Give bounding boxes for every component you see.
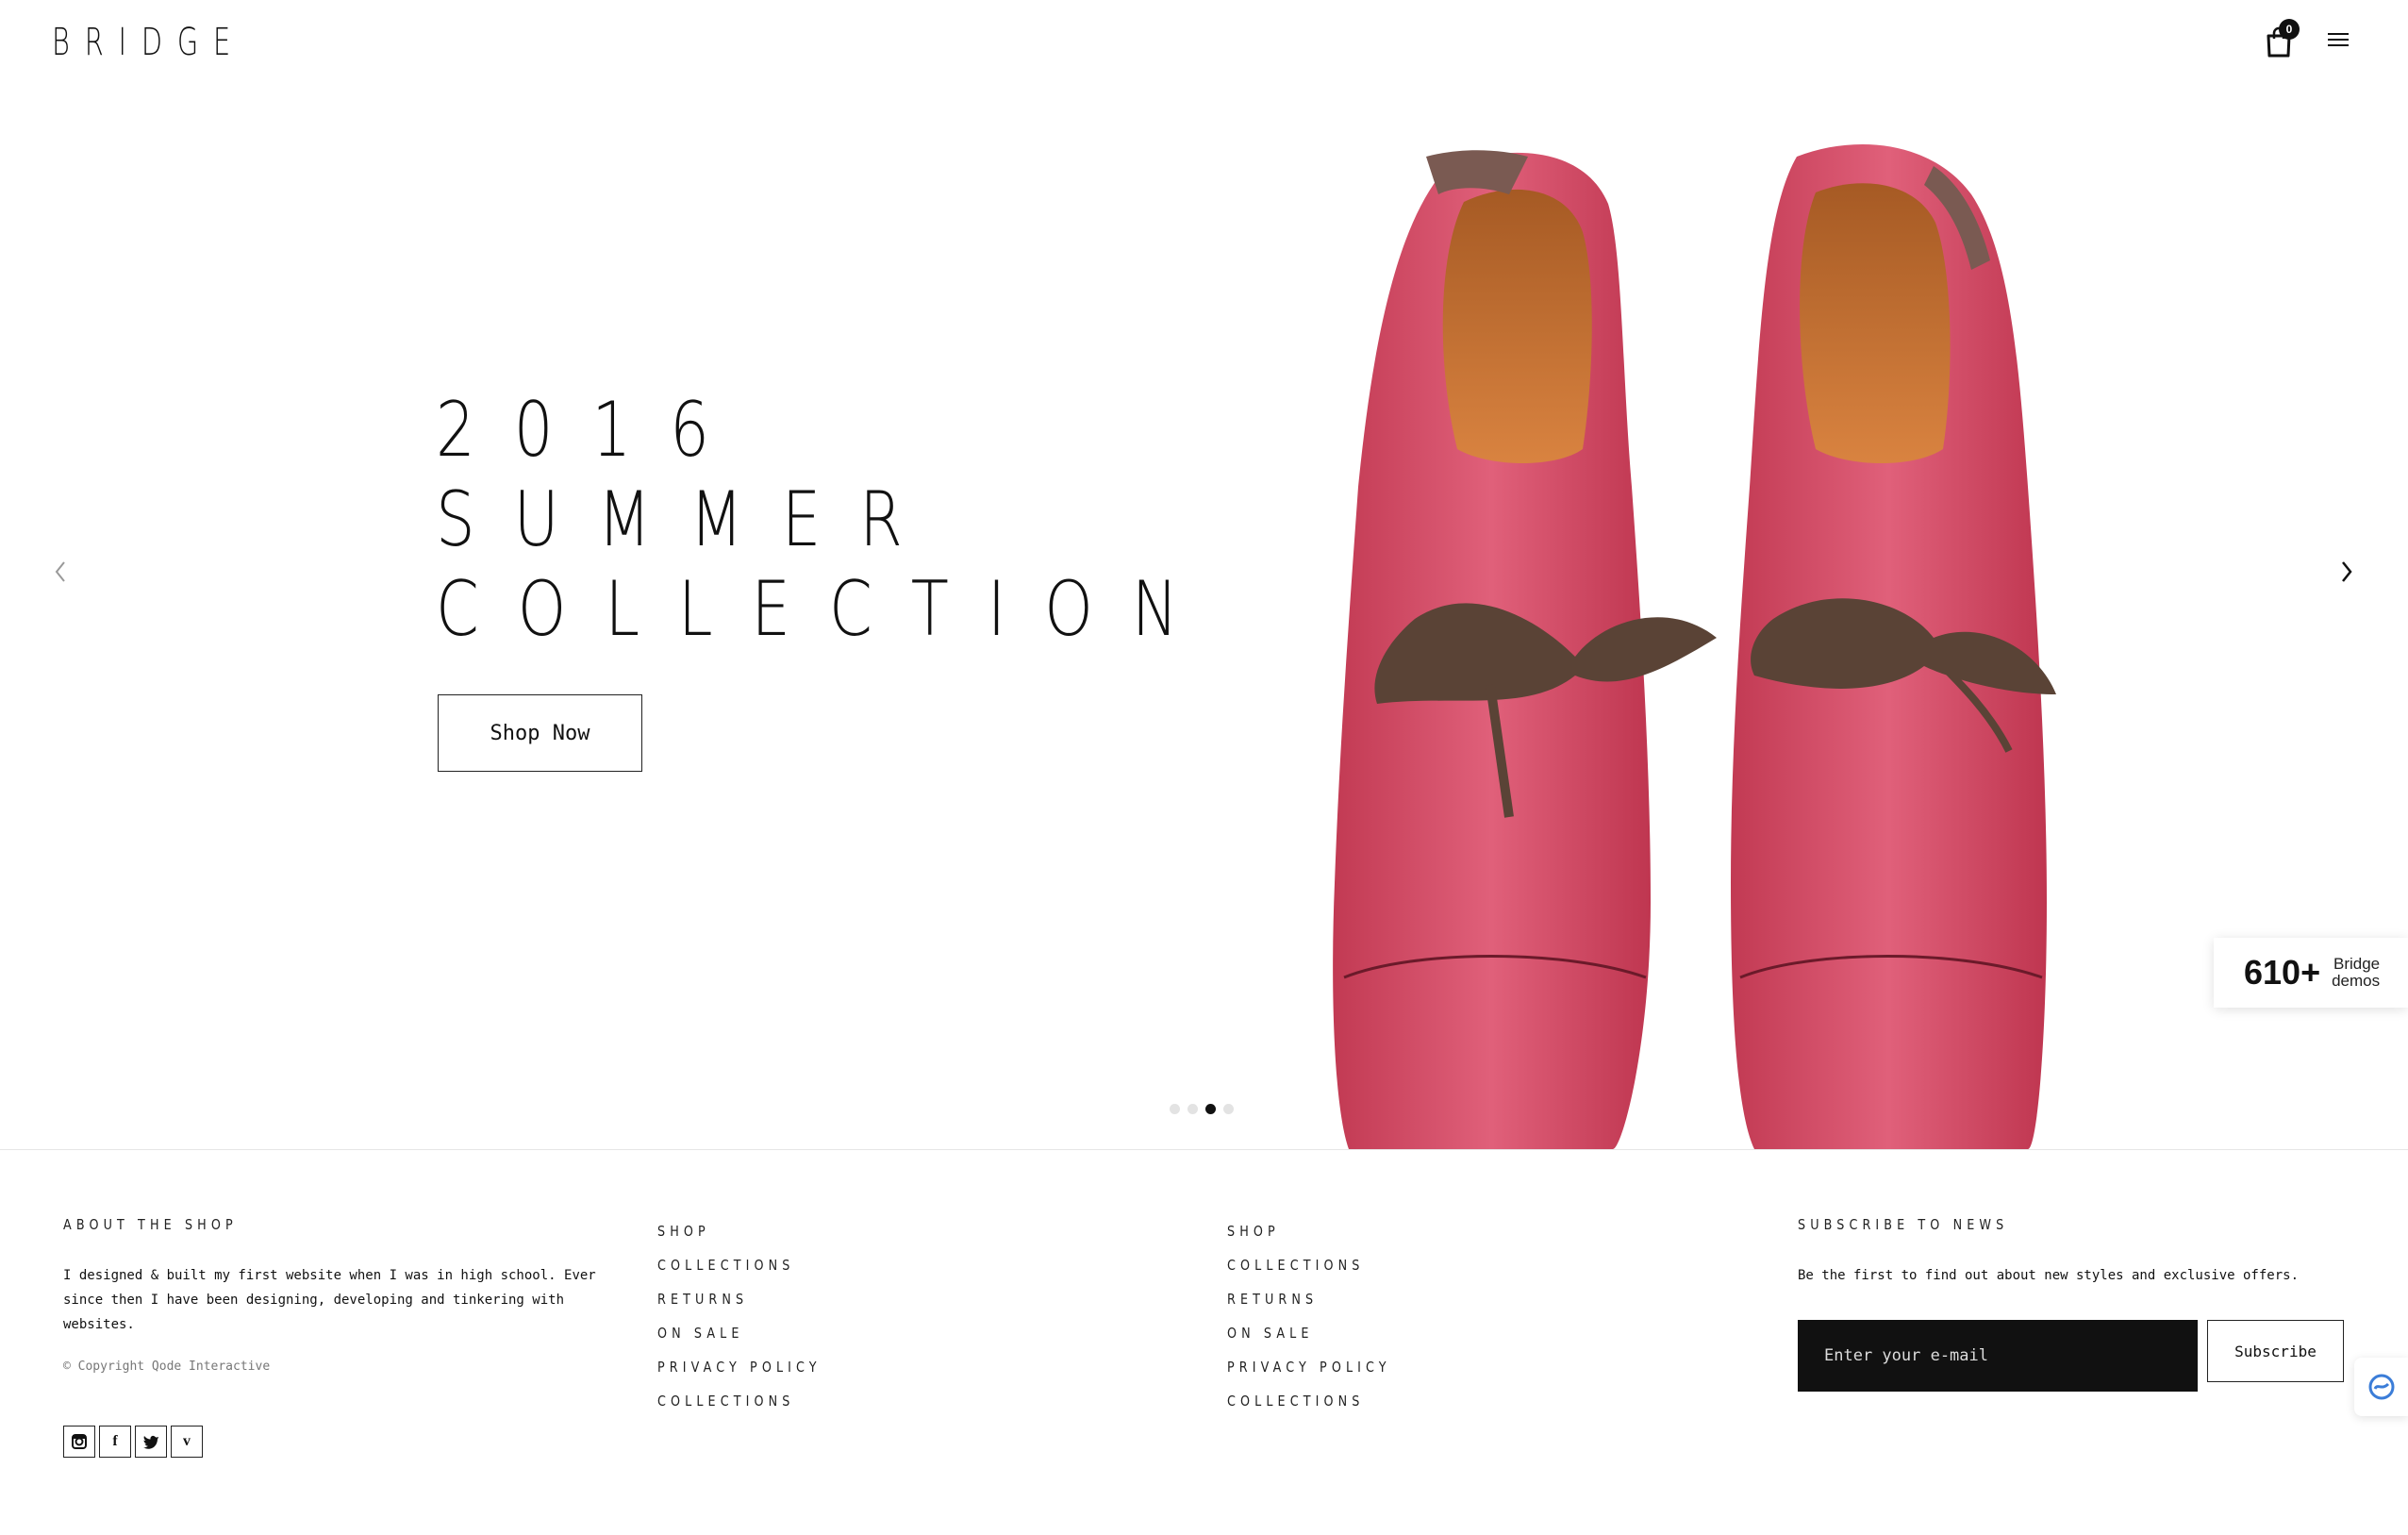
demos-label-line-1: Bridge bbox=[2333, 955, 2381, 973]
site-footer: ABOUT THE SHOP I designed & built my fir… bbox=[0, 1150, 2408, 1535]
footer-link-privacy-policy[interactable]: PRIVACY POLICY bbox=[1227, 1350, 1391, 1384]
footer-link-returns[interactable]: RETURNS bbox=[657, 1282, 822, 1316]
footer-links-column-1: SHOP COLLECTIONS RETURNS ON SALE PRIVACY… bbox=[657, 1214, 850, 1418]
footer-link-on-sale[interactable]: ON SALE bbox=[657, 1316, 822, 1350]
subscribe-title: SUBSCRIBE TO NEWS bbox=[1798, 1216, 2009, 1233]
instagram-icon[interactable] bbox=[63, 1426, 95, 1458]
email-input[interactable] bbox=[1798, 1320, 2198, 1392]
site-logo[interactable]: BRIDGE bbox=[52, 21, 245, 64]
slider-dot-4[interactable] bbox=[1223, 1104, 1234, 1114]
footer-link-collections-2[interactable]: COLLECTIONS bbox=[1227, 1384, 1391, 1418]
subscribe-button[interactable]: Subscribe bbox=[2207, 1320, 2344, 1382]
twitter-icon[interactable] bbox=[135, 1426, 167, 1458]
about-text-line-1: I designed & built my first website when… bbox=[63, 1268, 596, 1283]
demos-badge[interactable]: 610+ Bridge demos bbox=[2214, 938, 2408, 1008]
slider-dot-3[interactable] bbox=[1205, 1104, 1216, 1114]
site-header: BRIDGE 0 bbox=[0, 0, 2408, 91]
footer-link-collections[interactable]: COLLECTIONS bbox=[1227, 1248, 1391, 1282]
about-text-line-2: since then I have been designing, develo… bbox=[63, 1293, 565, 1308]
slider-dot-2[interactable] bbox=[1187, 1104, 1198, 1114]
vimeo-icon[interactable]: v bbox=[171, 1426, 203, 1458]
slider-dot-1[interactable] bbox=[1170, 1104, 1180, 1114]
headline-line-3: COLLECTION bbox=[436, 565, 1217, 653]
hero-shoe-image bbox=[1333, 144, 2056, 1149]
demos-count: 610+ bbox=[2244, 953, 2321, 992]
copyright-text: © Copyright Qode Interactive bbox=[63, 1360, 271, 1374]
footer-link-privacy-policy[interactable]: PRIVACY POLICY bbox=[657, 1350, 822, 1384]
hero-headline: 2016 SUMMER COLLECTION bbox=[436, 385, 1217, 654]
subscribe-text: Be the first to find out about new style… bbox=[1798, 1268, 2300, 1283]
facebook-icon[interactable]: f bbox=[99, 1426, 131, 1458]
demos-label-line-2: demos bbox=[2332, 972, 2381, 990]
footer-link-shop[interactable]: SHOP bbox=[1227, 1214, 1391, 1248]
footer-link-shop[interactable]: SHOP bbox=[657, 1214, 822, 1248]
demos-label: Bridge demos bbox=[2332, 956, 2380, 990]
hamburger-menu-icon[interactable] bbox=[2325, 26, 2353, 53]
about-title: ABOUT THE SHOP bbox=[63, 1216, 238, 1233]
about-text: I designed & built my first website when… bbox=[63, 1263, 596, 1337]
footer-links-column-2: SHOP COLLECTIONS RETURNS ON SALE PRIVACY… bbox=[1227, 1214, 1420, 1418]
footer-link-returns[interactable]: RETURNS bbox=[1227, 1282, 1391, 1316]
hero-slider: 2016 SUMMER COLLECTION Shop Now 610+ Bri… bbox=[0, 91, 2408, 1149]
social-links: f v bbox=[63, 1426, 203, 1458]
footer-link-collections-2[interactable]: COLLECTIONS bbox=[657, 1384, 822, 1418]
slider-pagination bbox=[1170, 1104, 1234, 1114]
footer-link-collections[interactable]: COLLECTIONS bbox=[657, 1248, 822, 1282]
helper-widget-icon[interactable] bbox=[2354, 1358, 2408, 1416]
chevron-right-icon[interactable] bbox=[2335, 557, 2358, 587]
shop-now-button[interactable]: Shop Now bbox=[438, 694, 642, 772]
footer-link-on-sale[interactable]: ON SALE bbox=[1227, 1316, 1391, 1350]
cart-count-badge: 0 bbox=[2279, 19, 2300, 40]
about-text-line-3: websites. bbox=[63, 1317, 135, 1332]
headline-line-2: SUMMER bbox=[436, 476, 941, 563]
chevron-left-icon[interactable] bbox=[49, 557, 72, 587]
headline-line-1: 2016 bbox=[436, 386, 748, 474]
